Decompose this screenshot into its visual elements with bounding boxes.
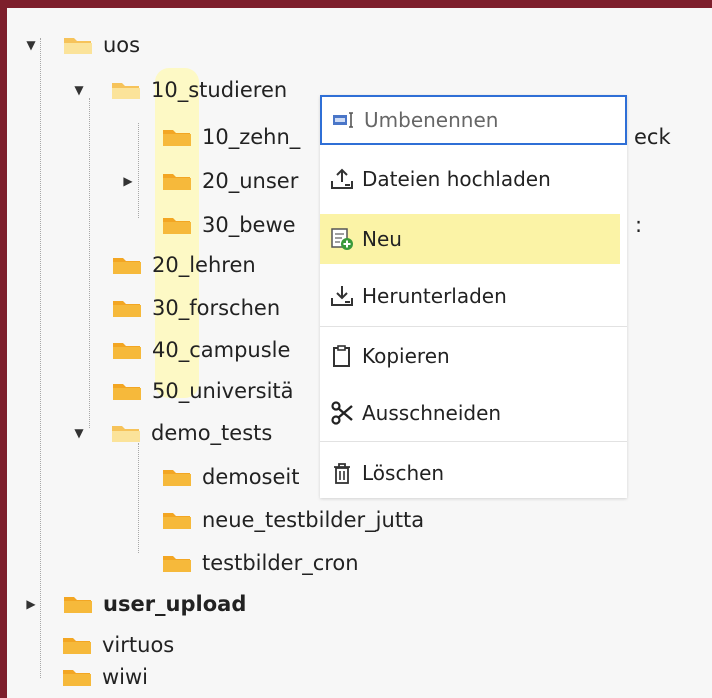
menu-item-label: Ausschneiden — [362, 401, 502, 425]
rename-icon — [332, 108, 356, 132]
menu-item-label: Löschen — [362, 461, 445, 485]
tree-node-neue-testbilder-jutta[interactable]: neue_testbilder_jutta — [162, 503, 424, 537]
download-icon — [330, 284, 354, 308]
menu-item-download[interactable]: Herunterladen — [320, 271, 627, 321]
tree-node-label: demoseit — [202, 465, 300, 489]
tree-node-label: 20_unser — [202, 169, 299, 193]
tree-node-label: 40_campusle — [152, 338, 291, 362]
upload-icon — [330, 167, 354, 191]
tree-node-label: 30_forschen — [152, 296, 281, 320]
tree-node-label-overflow: : — [635, 213, 643, 237]
tree-node-10-zehn[interactable]: 10_zehn_ — [162, 120, 300, 154]
tree-node-label: 10_zehn_ — [202, 125, 301, 149]
tree-node-demo-tests[interactable]: ▼ demo_tests — [73, 416, 272, 450]
new-icon — [330, 227, 354, 251]
folder-icon — [63, 593, 93, 615]
tree-node-testbilder-cron[interactable]: testbilder_cron — [162, 546, 359, 580]
expand-arrow-icon[interactable]: ▼ — [25, 39, 37, 51]
menu-divider — [320, 441, 627, 442]
tree-node-label: testbilder_cron — [202, 551, 359, 575]
context-menu: Umbenennen Dateien hochladen Neu Herunte… — [320, 95, 627, 498]
tree-node-label: 50_universitä — [152, 379, 294, 403]
tree-node-20-unser[interactable]: ▶ 20_unser — [122, 164, 298, 198]
tree-node-label-overflow: eck — [634, 125, 671, 149]
expand-arrow-icon[interactable]: ▼ — [73, 427, 85, 439]
menu-item-label: Dateien hochladen — [362, 167, 551, 191]
folder-icon — [111, 79, 141, 101]
folder-icon — [162, 552, 192, 574]
collapse-arrow-icon[interactable]: ▶ — [122, 175, 134, 187]
tree-node-30-bewe[interactable]: 30_bewe — [162, 208, 296, 242]
folder-icon — [162, 126, 192, 148]
tree-node-label: 20_lehren — [152, 253, 256, 277]
tree-node-label: wiwi — [102, 665, 149, 689]
tree-node-uos[interactable]: ▼ uos — [25, 28, 140, 62]
tree-node-demoseit[interactable]: demoseit — [162, 460, 299, 494]
tree-node-50-universita[interactable]: 50_universitä — [112, 374, 294, 408]
menu-item-delete[interactable]: Löschen — [320, 448, 627, 498]
menu-divider — [320, 326, 627, 327]
tree-node-label: virtuos — [102, 633, 175, 657]
scissors-icon — [330, 401, 354, 425]
folder-icon — [162, 214, 192, 236]
tree-node-20-lehren[interactable]: 20_lehren — [112, 248, 256, 282]
tree-node-wiwi[interactable]: wiwi — [62, 660, 148, 694]
folder-icon — [162, 466, 192, 488]
folder-icon — [162, 509, 192, 531]
folder-icon — [63, 34, 93, 56]
tree-node-label: 30_bewe — [202, 213, 296, 237]
expand-arrow-icon[interactable]: ▼ — [73, 84, 85, 96]
trash-icon — [330, 461, 354, 485]
copy-icon — [330, 344, 354, 368]
menu-item-rename[interactable]: Umbenennen — [320, 95, 627, 145]
tree-node-virtuos[interactable]: virtuos — [62, 628, 174, 662]
tree-node-label: uos — [103, 33, 141, 57]
tree-node-label: demo_tests — [151, 421, 273, 445]
folder-icon — [162, 170, 192, 192]
menu-item-upload[interactable]: Dateien hochladen — [320, 154, 627, 204]
tree-node-label: user_upload — [103, 592, 247, 616]
tree-node-40-campusle[interactable]: 40_campusle — [112, 333, 290, 367]
folder-icon — [112, 380, 142, 402]
menu-item-copy[interactable]: Kopieren — [320, 331, 627, 381]
tree-node-10-studieren[interactable]: ▼ 10_studieren — [73, 73, 287, 107]
folder-icon — [62, 666, 92, 688]
folder-icon — [62, 634, 92, 656]
menu-item-label: Umbenennen — [364, 108, 499, 132]
menu-item-label: Kopieren — [362, 344, 450, 368]
folder-icon — [112, 254, 142, 276]
folder-icon — [112, 339, 142, 361]
collapse-arrow-icon[interactable]: ▶ — [25, 598, 37, 610]
menu-item-label: Neu — [362, 227, 402, 251]
menu-item-label: Herunterladen — [362, 284, 507, 308]
tree-node-user-upload[interactable]: ▶ user_upload — [25, 587, 246, 621]
tree-node-30-forschen[interactable]: 30_forschen — [112, 291, 280, 325]
menu-item-new[interactable]: Neu — [320, 214, 620, 264]
tree-node-label: neue_testbilder_jutta — [202, 508, 425, 532]
menu-item-cut[interactable]: Ausschneiden — [320, 388, 627, 438]
folder-icon — [112, 297, 142, 319]
tree-node-label: 10_studieren — [151, 78, 288, 102]
folder-icon — [111, 422, 141, 444]
